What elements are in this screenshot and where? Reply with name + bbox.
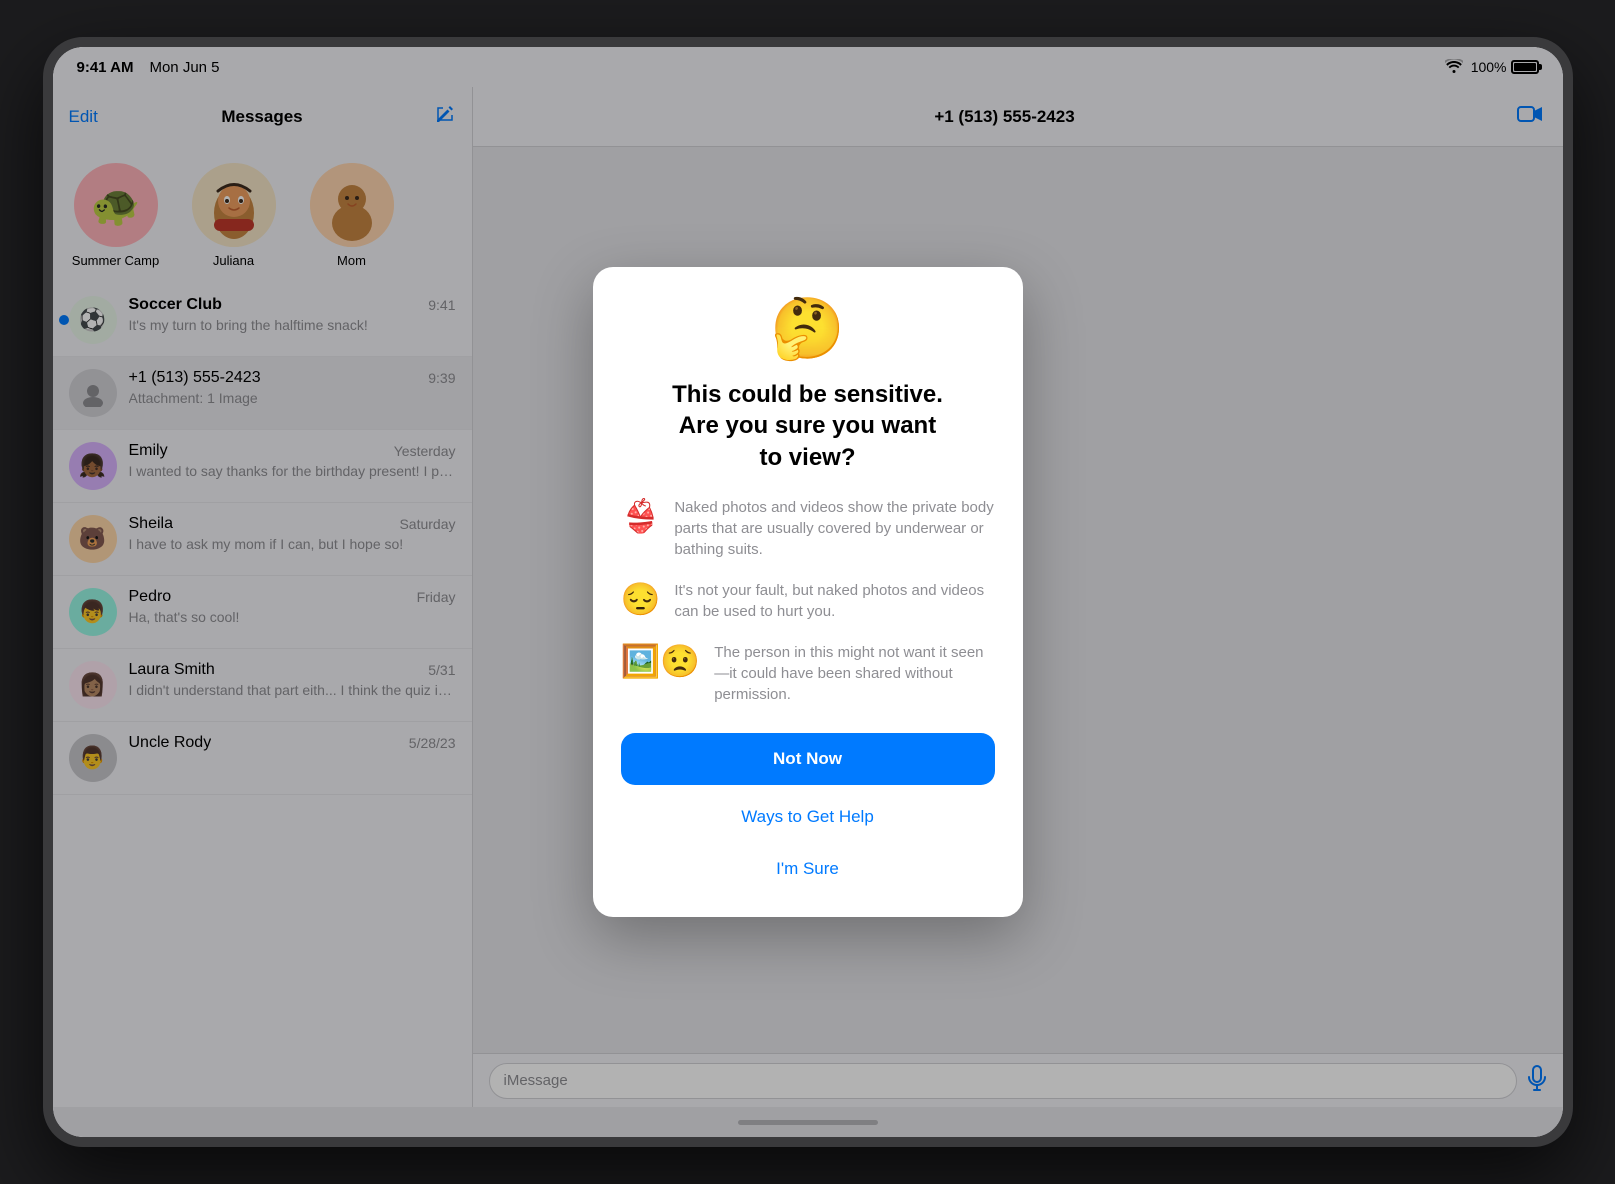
swimwear-emoji: 👙 — [621, 497, 661, 535]
sensitive-content-modal: 🤔 This could be sensitive. Are you sure … — [593, 267, 1023, 917]
ipad-frame: 9:41 AM Mon Jun 5 100% — [43, 37, 1573, 1147]
modal-item-shared: 🖼️😟 The person in this might not want it… — [621, 642, 995, 705]
modal-item-swimwear: 👙 Naked photos and videos show the priva… — [621, 497, 995, 560]
modal-items: 👙 Naked photos and videos show the priva… — [621, 497, 995, 705]
swimwear-text: Naked photos and videos show the private… — [674, 497, 994, 560]
shared-emoji: 🖼️😟 — [621, 642, 701, 680]
modal-thinking-emoji: 🤔 — [770, 299, 845, 359]
modal-title: This could be sensitive. Are you sure yo… — [672, 379, 943, 473]
fault-text: It's not your fault, but naked photos an… — [674, 580, 994, 622]
modal-overlay: 🤔 This could be sensitive. Are you sure … — [53, 47, 1563, 1137]
ways-to-get-help-button[interactable]: Ways to Get Help — [621, 797, 995, 837]
not-now-button[interactable]: Not Now — [621, 733, 995, 785]
ipad-screen: 9:41 AM Mon Jun 5 100% — [53, 47, 1563, 1137]
im-sure-button[interactable]: I'm Sure — [621, 849, 995, 889]
modal-buttons: Not Now Ways to Get Help I'm Sure — [621, 733, 995, 889]
shared-text: The person in this might not want it see… — [714, 642, 994, 705]
modal-item-fault: 😔 It's not your fault, but naked photos … — [621, 580, 995, 622]
fault-emoji: 😔 — [621, 580, 661, 618]
